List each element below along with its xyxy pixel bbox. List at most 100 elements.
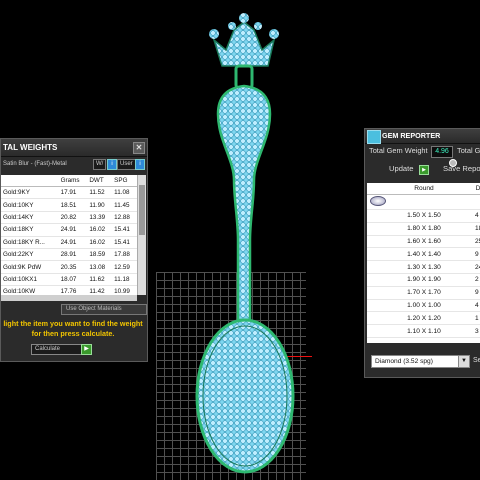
table-row[interactable]: Gold:22KY 28.91 18.59 17.88 [1, 248, 137, 262]
cell-blank [367, 324, 389, 338]
cell-count: 2 [459, 273, 480, 287]
instruction-text: light the item you want to find the weig… [3, 319, 143, 338]
table-row[interactable]: 1.40 X 1.40 9 [367, 247, 480, 262]
cell-dwt: 13.08 [87, 260, 113, 274]
cell-spg: 12.59 [112, 260, 137, 274]
cell-grams: 28.91 [58, 248, 88, 262]
cell-blank [367, 235, 389, 249]
cell-grams: 20.35 [58, 260, 88, 274]
cell-spg: 11.45 [112, 198, 137, 212]
object-name-label: Satin Blur - (Fast)-Metal [3, 161, 67, 167]
col-header-spg[interactable]: SPG [112, 175, 137, 187]
update-button[interactable]: Update [389, 162, 414, 176]
table-row[interactable]: 1.20 X 1.20 1 [367, 311, 480, 326]
cell-dwt: 11.62 [87, 273, 113, 287]
cell-blank [367, 222, 389, 236]
col-header-grams[interactable]: Grams [58, 175, 88, 187]
table-row[interactable]: 1.00 X 1.00 4 [367, 299, 480, 313]
total-gem-weight-label: Total Gem Weight [369, 146, 428, 155]
metal-weights-title-bar[interactable]: TAL WEIGHTS ✕ [1, 139, 147, 157]
weight-unit-box[interactable]: W/ [93, 159, 107, 170]
table-row[interactable]: Gold:14KY 20.82 13.39 12.88 [1, 211, 137, 225]
round-gem-icon-cell [367, 194, 389, 210]
col-header-dwt[interactable]: DWT [87, 175, 113, 187]
cell-spg: 15.41 [112, 236, 137, 249]
cell-size: 1.40 X 1.40 [389, 247, 459, 262]
metal-table-hscroll[interactable] [1, 295, 137, 301]
cell-metal: Gold:10KW [1, 285, 59, 295]
gem-reporter-panel: GEM REPORTER Total Gem Weight 4.96 Total… [364, 128, 480, 378]
cell-metal: Gold:18KY [1, 223, 59, 237]
gem-reporter-title-bar[interactable]: GEM REPORTER [365, 129, 480, 144]
cell-blank [367, 273, 389, 287]
calculate-select[interactable]: Calculate [31, 344, 84, 355]
cell-metal: Gold:10KX1 [1, 273, 59, 287]
table-row[interactable]: Gold:18KY 24.91 16.02 15.41 [1, 223, 137, 237]
save-report-button[interactable]: Save Repo [443, 162, 480, 176]
col-header-round[interactable]: Round [389, 183, 459, 195]
cell-count: 4 [459, 209, 480, 223]
cell-count: 1 [459, 311, 480, 326]
cell-dwt: 11.90 [87, 198, 113, 212]
table-row[interactable]: 1.50 X 1.50 4 [367, 209, 480, 223]
gem-reporter-button-row: Update ▶ Save Repo [365, 162, 480, 176]
cell-metal: Gold:14KY [1, 211, 59, 225]
cell-count: 9 [459, 247, 480, 262]
table-row[interactable]: 1.10 X 1.10 3 [367, 324, 480, 338]
table-row[interactable]: 1.90 X 1.90 2 [367, 273, 480, 287]
col-header-metal[interactable] [1, 175, 59, 187]
select-label[interactable]: Se [473, 357, 480, 364]
cell-metal: Gold:9KY [1, 186, 59, 200]
cell-blank [367, 260, 389, 274]
table-row[interactable]: Gold:10KX1 18.07 11.62 11.18 [1, 273, 137, 287]
cell-count: 3 [459, 324, 480, 338]
cell-size: 1.20 X 1.20 [389, 311, 459, 326]
cell-count: 24 [459, 260, 480, 274]
cell-grams: 24.91 [58, 236, 88, 249]
cell-dwt: 16.02 [87, 223, 113, 237]
gem-report-table: Round D 1.50 X 1.5041.80 X 1.801821.60 X… [367, 183, 480, 343]
cell-metal: Gold:10KY [1, 198, 59, 212]
cell-grams: 17.76 [58, 285, 88, 295]
table-row[interactable]: Gold:10KY 18.51 11.90 11.45 [1, 198, 137, 212]
col-header-d[interactable]: D [459, 183, 480, 195]
cell-count: 25 [459, 235, 480, 249]
cell-spg: 17.88 [112, 248, 137, 262]
update-go-icon[interactable]: ▶ [419, 165, 429, 175]
close-icon[interactable]: ✕ [133, 142, 145, 154]
user-box[interactable]: User [117, 159, 136, 170]
cell-blank [367, 247, 389, 262]
table-row[interactable]: Gold:9KY 17.91 11.52 11.08 [1, 186, 137, 200]
col-header-gem-icon[interactable] [367, 183, 389, 195]
table-row[interactable]: Gold:9K PdW 20.35 13.08 12.59 [1, 260, 137, 274]
cell-dwt: 18.59 [87, 248, 113, 262]
cell-metal: Gold:9K PdW [1, 260, 59, 274]
cell-size: 1.80 X 1.80 [389, 222, 459, 236]
table-row[interactable]: 1.60 X 1.6025 [367, 235, 480, 249]
table-row[interactable]: 1.30 X 1.3024 [367, 260, 480, 274]
cell-spg: 10.99 [112, 285, 137, 295]
table-row[interactable]: Gold:18KY R... 24.91 16.02 15.41 [1, 236, 137, 249]
metal-table-vscroll[interactable] [137, 175, 146, 295]
scroll-thumb[interactable] [139, 185, 145, 235]
cell-grams: 24.91 [58, 223, 88, 237]
gem-type-select[interactable]: Diamond (3.52 spg) ▼ [371, 355, 470, 368]
cell-blank [367, 311, 389, 326]
table-row[interactable]: 1.80 X 1.80182 [367, 222, 480, 236]
cell-spg: 15.41 [112, 223, 137, 237]
cell-grams: 18.07 [58, 273, 88, 287]
chevron-down-icon[interactable]: ▼ [458, 356, 469, 367]
cell-blank [367, 209, 389, 223]
total-second-label: Total G [457, 146, 480, 155]
cell-size: 1.60 X 1.60 [389, 235, 459, 249]
total-gem-weight-row: Total Gem Weight 4.96 Total G [365, 144, 480, 158]
table-row[interactable]: 1.70 X 1.70 9 [367, 286, 480, 300]
info-icon-1[interactable]: i [107, 159, 117, 170]
calculate-go-button[interactable]: ▶ [81, 344, 92, 355]
cell-size: 1.90 X 1.90 [389, 273, 459, 287]
info-icon-2[interactable]: i [135, 159, 145, 170]
cell-metal: Gold:18KY R... [1, 236, 59, 249]
use-object-materials-button[interactable]: Use Object Materials [61, 304, 147, 315]
metal-weights-title: TAL WEIGHTS [3, 143, 58, 152]
table-row[interactable]: Gold:10KW 17.76 11.42 10.99 [1, 285, 137, 295]
